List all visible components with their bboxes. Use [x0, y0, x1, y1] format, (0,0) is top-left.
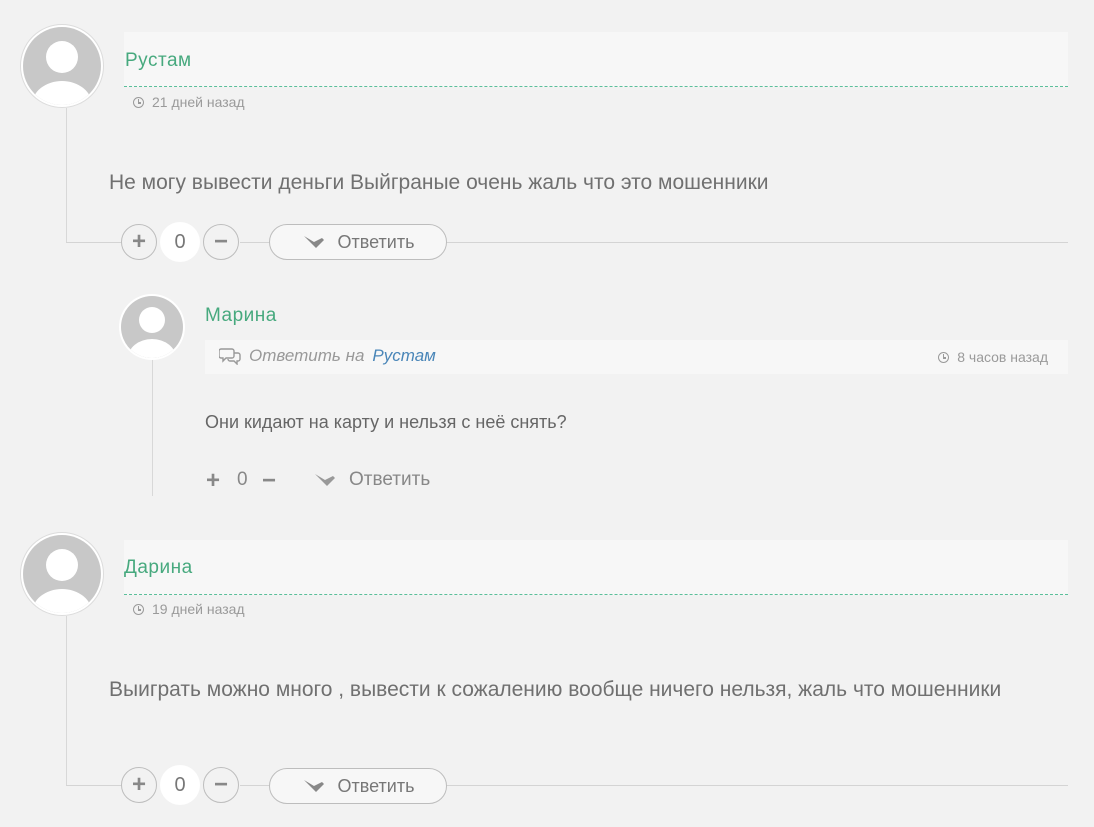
thread-connector — [66, 242, 122, 243]
author-name[interactable]: Марина — [205, 305, 277, 327]
reply-label: Ответить — [349, 469, 431, 490]
upvote-button[interactable]: + — [121, 224, 157, 260]
comment-header — [124, 32, 1068, 87]
comment-date: 21 дней назад — [133, 94, 245, 110]
reply-button[interactable]: Ответить — [269, 224, 447, 260]
thread-line — [66, 108, 67, 243]
reply-arrow-icon — [303, 236, 324, 248]
downvote-button[interactable]: − — [203, 767, 239, 803]
reply-arrow-icon — [303, 780, 324, 792]
author-name[interactable]: Рустам — [125, 50, 192, 72]
comment-text: Не могу вывести деньги Выйграные очень ж… — [109, 171, 769, 194]
avatar[interactable] — [119, 294, 185, 360]
vote-count: 0 — [237, 469, 248, 490]
reply-meta-bar: Ответить на Рустам 8 часов назад — [205, 340, 1068, 374]
reply-button[interactable]: Ответить — [269, 768, 447, 804]
clock-icon — [133, 96, 144, 108]
reply-to-link[interactable]: Рустам — [372, 346, 435, 366]
date-label: 19 дней назад — [152, 601, 245, 617]
reply-label: Ответить — [337, 231, 415, 252]
comment-header — [124, 540, 1068, 595]
comment-text: Выиграть можно много , вывести к сожален… — [109, 678, 1002, 701]
upvote-button[interactable]: + — [121, 767, 157, 803]
vote-count: 0 — [160, 222, 200, 262]
thread-connector — [66, 785, 122, 786]
downvote-button[interactable]: − — [262, 467, 276, 495]
thread-line — [66, 616, 67, 786]
reply-to-prefix: Ответить на — [249, 346, 365, 365]
comment-date: 19 дней назад — [133, 601, 245, 617]
reply-to: Ответить на Рустам — [219, 346, 436, 366]
reply-label: Ответить — [337, 775, 415, 796]
reply-arrow-icon — [315, 474, 335, 486]
author-name[interactable]: Дарина — [124, 557, 193, 579]
clock-icon — [938, 351, 950, 363]
reply-button[interactable]: Ответить — [313, 469, 430, 491]
comment-text: Они кидают на карту и нельзя с неё снять… — [205, 412, 567, 432]
comment-date: 8 часов назад — [938, 349, 1048, 365]
clock-icon — [133, 603, 144, 615]
date-label: 8 часов назад — [957, 349, 1048, 365]
date-label: 21 дней назад — [152, 94, 245, 110]
chat-bubbles-icon — [219, 348, 241, 365]
avatar[interactable] — [20, 24, 104, 108]
thread-line — [152, 358, 153, 496]
vote-count: 0 — [160, 765, 200, 805]
downvote-button[interactable]: − — [203, 224, 239, 260]
avatar[interactable] — [20, 532, 104, 616]
upvote-button[interactable]: + — [206, 467, 220, 495]
